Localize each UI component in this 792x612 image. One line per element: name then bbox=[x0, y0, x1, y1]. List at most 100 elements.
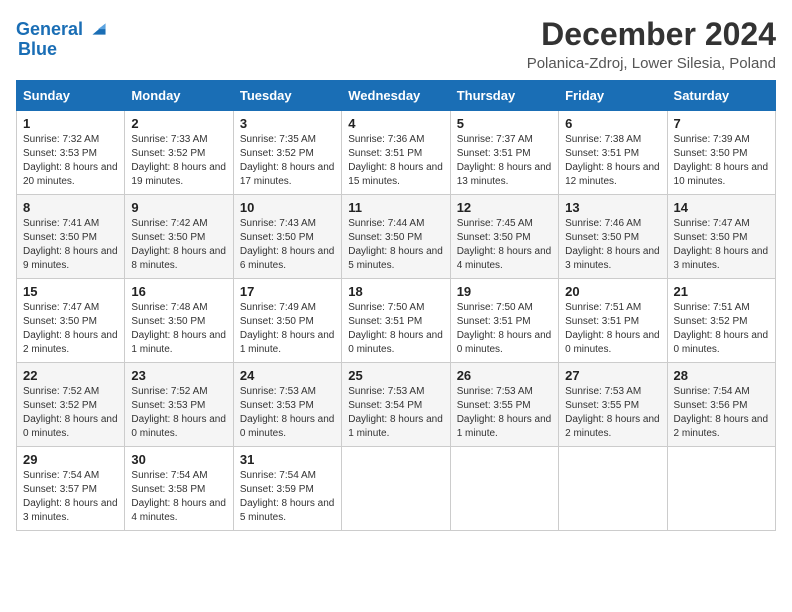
day-detail: Sunrise: 7:47 AMSunset: 3:50 PMDaylight:… bbox=[23, 301, 118, 357]
day-number: 16 bbox=[131, 284, 226, 299]
day-number: 23 bbox=[131, 368, 226, 383]
weekday-header: Thursday bbox=[450, 81, 558, 111]
day-detail: Sunrise: 7:50 AMSunset: 3:51 PMDaylight:… bbox=[457, 301, 552, 357]
calendar-cell: 20 Sunrise: 7:51 AMSunset: 3:51 PMDayligh… bbox=[559, 279, 667, 363]
day-detail: Sunrise: 7:46 AMSunset: 3:50 PMDaylight:… bbox=[565, 217, 660, 273]
calendar-cell: 10 Sunrise: 7:43 AMSunset: 3:50 PMDayligh… bbox=[233, 195, 341, 279]
calendar-cell: 4 Sunrise: 7:36 AMSunset: 3:51 PMDaylight… bbox=[342, 111, 450, 195]
day-detail: Sunrise: 7:52 AMSunset: 3:53 PMDaylight:… bbox=[131, 385, 226, 441]
day-detail: Sunrise: 7:42 AMSunset: 3:50 PMDaylight:… bbox=[131, 217, 226, 273]
day-number: 1 bbox=[23, 116, 118, 131]
day-number: 18 bbox=[348, 284, 443, 299]
day-number: 19 bbox=[457, 284, 552, 299]
day-number: 27 bbox=[565, 368, 660, 383]
day-number: 22 bbox=[23, 368, 118, 383]
calendar-cell: 28 Sunrise: 7:54 AMSunset: 3:56 PMDayligh… bbox=[667, 363, 775, 447]
day-detail: Sunrise: 7:53 AMSunset: 3:55 PMDaylight:… bbox=[565, 385, 660, 441]
calendar-cell: 24 Sunrise: 7:53 AMSunset: 3:53 PMDayligh… bbox=[233, 363, 341, 447]
weekday-header: Monday bbox=[125, 81, 233, 111]
day-number: 25 bbox=[348, 368, 443, 383]
day-number: 13 bbox=[565, 200, 660, 215]
calendar-cell bbox=[559, 447, 667, 531]
day-number: 17 bbox=[240, 284, 335, 299]
calendar-cell: 2 Sunrise: 7:33 AMSunset: 3:52 PMDaylight… bbox=[125, 111, 233, 195]
logo-text-line1: General bbox=[16, 20, 83, 40]
weekday-header: Tuesday bbox=[233, 81, 341, 111]
day-detail: Sunrise: 7:47 AMSunset: 3:50 PMDaylight:… bbox=[674, 217, 769, 273]
day-detail: Sunrise: 7:54 AMSunset: 3:56 PMDaylight:… bbox=[674, 385, 769, 441]
day-detail: Sunrise: 7:33 AMSunset: 3:52 PMDaylight:… bbox=[131, 133, 226, 189]
subtitle: Polanica-Zdroj, Lower Silesia, Poland bbox=[527, 55, 776, 72]
day-number: 10 bbox=[240, 200, 335, 215]
day-number: 29 bbox=[23, 452, 118, 467]
calendar-cell: 29 Sunrise: 7:54 AMSunset: 3:57 PMDayligh… bbox=[17, 447, 125, 531]
calendar-cell: 8 Sunrise: 7:41 AMSunset: 3:50 PMDaylight… bbox=[17, 195, 125, 279]
calendar-cell: 9 Sunrise: 7:42 AMSunset: 3:50 PMDaylight… bbox=[125, 195, 233, 279]
day-number: 6 bbox=[565, 116, 660, 131]
day-detail: Sunrise: 7:51 AMSunset: 3:51 PMDaylight:… bbox=[565, 301, 660, 357]
day-number: 24 bbox=[240, 368, 335, 383]
calendar-body: 1 Sunrise: 7:32 AMSunset: 3:53 PMDaylight… bbox=[17, 111, 776, 531]
day-detail: Sunrise: 7:50 AMSunset: 3:51 PMDaylight:… bbox=[348, 301, 443, 357]
logo-icon bbox=[85, 16, 113, 44]
day-detail: Sunrise: 7:44 AMSunset: 3:50 PMDaylight:… bbox=[348, 217, 443, 273]
day-detail: Sunrise: 7:53 AMSunset: 3:53 PMDaylight:… bbox=[240, 385, 335, 441]
calendar-week-row: 8 Sunrise: 7:41 AMSunset: 3:50 PMDaylight… bbox=[17, 195, 776, 279]
day-number: 28 bbox=[674, 368, 769, 383]
calendar-header: SundayMondayTuesdayWednesdayThursdayFrid… bbox=[17, 81, 776, 111]
day-detail: Sunrise: 7:51 AMSunset: 3:52 PMDaylight:… bbox=[674, 301, 769, 357]
calendar-cell bbox=[450, 447, 558, 531]
calendar-cell bbox=[667, 447, 775, 531]
day-detail: Sunrise: 7:53 AMSunset: 3:54 PMDaylight:… bbox=[348, 385, 443, 441]
day-number: 30 bbox=[131, 452, 226, 467]
weekday-header: Sunday bbox=[17, 81, 125, 111]
calendar-cell: 15 Sunrise: 7:47 AMSunset: 3:50 PMDayligh… bbox=[17, 279, 125, 363]
calendar-cell: 6 Sunrise: 7:38 AMSunset: 3:51 PMDaylight… bbox=[559, 111, 667, 195]
day-detail: Sunrise: 7:54 AMSunset: 3:59 PMDaylight:… bbox=[240, 469, 335, 525]
calendar-week-row: 1 Sunrise: 7:32 AMSunset: 3:53 PMDaylight… bbox=[17, 111, 776, 195]
day-detail: Sunrise: 7:54 AMSunset: 3:57 PMDaylight:… bbox=[23, 469, 118, 525]
logo: General Blue bbox=[16, 16, 113, 60]
page-header: General Blue December 2024 Polanica-Zdro… bbox=[16, 16, 776, 72]
calendar-cell: 13 Sunrise: 7:46 AMSunset: 3:50 PMDayligh… bbox=[559, 195, 667, 279]
calendar-cell: 11 Sunrise: 7:44 AMSunset: 3:50 PMDayligh… bbox=[342, 195, 450, 279]
calendar-cell: 16 Sunrise: 7:48 AMSunset: 3:50 PMDayligh… bbox=[125, 279, 233, 363]
calendar-cell: 19 Sunrise: 7:50 AMSunset: 3:51 PMDayligh… bbox=[450, 279, 558, 363]
calendar-cell: 1 Sunrise: 7:32 AMSunset: 3:53 PMDaylight… bbox=[17, 111, 125, 195]
day-number: 4 bbox=[348, 116, 443, 131]
day-detail: Sunrise: 7:49 AMSunset: 3:50 PMDaylight:… bbox=[240, 301, 335, 357]
calendar-cell: 12Sunrise: 7:45 AMSunset: 3:50 PMDayligh… bbox=[450, 195, 558, 279]
calendar-cell: 30Sunrise: 7:54 AMSunset: 3:58 PMDayligh… bbox=[125, 447, 233, 531]
calendar-cell: 23 Sunrise: 7:52 AMSunset: 3:53 PMDayligh… bbox=[125, 363, 233, 447]
day-number: 21 bbox=[674, 284, 769, 299]
weekday-header: Friday bbox=[559, 81, 667, 111]
day-detail: Sunrise: 7:39 AMSunset: 3:50 PMDaylight:… bbox=[674, 133, 769, 189]
calendar-cell bbox=[342, 447, 450, 531]
calendar-week-row: 22 Sunrise: 7:52 AMSunset: 3:52 PMDayligh… bbox=[17, 363, 776, 447]
day-number: 15 bbox=[23, 284, 118, 299]
day-number: 14 bbox=[674, 200, 769, 215]
calendar-cell: 21 Sunrise: 7:51 AMSunset: 3:52 PMDayligh… bbox=[667, 279, 775, 363]
day-detail: Sunrise: 7:48 AMSunset: 3:50 PMDaylight:… bbox=[131, 301, 226, 357]
day-detail: Sunrise: 7:37 AMSunset: 3:51 PMDaylight:… bbox=[457, 133, 552, 189]
day-detail: Sunrise: 7:53 AMSunset: 3:55 PMDaylight:… bbox=[457, 385, 552, 441]
day-detail: Sunrise: 7:36 AMSunset: 3:51 PMDaylight:… bbox=[348, 133, 443, 189]
day-number: 11 bbox=[348, 200, 443, 215]
day-detail: Sunrise: 7:43 AMSunset: 3:50 PMDaylight:… bbox=[240, 217, 335, 273]
calendar-cell: 14 Sunrise: 7:47 AMSunset: 3:50 PMDayligh… bbox=[667, 195, 775, 279]
day-number: 9 bbox=[131, 200, 226, 215]
weekday-header: Wednesday bbox=[342, 81, 450, 111]
day-detail: Sunrise: 7:41 AMSunset: 3:50 PMDaylight:… bbox=[23, 217, 118, 273]
day-detail: Sunrise: 7:38 AMSunset: 3:51 PMDaylight:… bbox=[565, 133, 660, 189]
day-number: 5 bbox=[457, 116, 552, 131]
day-detail: Sunrise: 7:32 AMSunset: 3:53 PMDaylight:… bbox=[23, 133, 118, 189]
day-number: 20 bbox=[565, 284, 660, 299]
calendar-cell: 5 Sunrise: 7:37 AMSunset: 3:51 PMDaylight… bbox=[450, 111, 558, 195]
calendar-cell: 27 Sunrise: 7:53 AMSunset: 3:55 PMDayligh… bbox=[559, 363, 667, 447]
day-detail: Sunrise: 7:52 AMSunset: 3:52 PMDaylight:… bbox=[23, 385, 118, 441]
day-number: 8 bbox=[23, 200, 118, 215]
day-number: 2 bbox=[131, 116, 226, 131]
calendar-cell: 17 Sunrise: 7:49 AMSunset: 3:50 PMDayligh… bbox=[233, 279, 341, 363]
calendar-week-row: 29 Sunrise: 7:54 AMSunset: 3:57 PMDayligh… bbox=[17, 447, 776, 531]
day-number: 7 bbox=[674, 116, 769, 131]
